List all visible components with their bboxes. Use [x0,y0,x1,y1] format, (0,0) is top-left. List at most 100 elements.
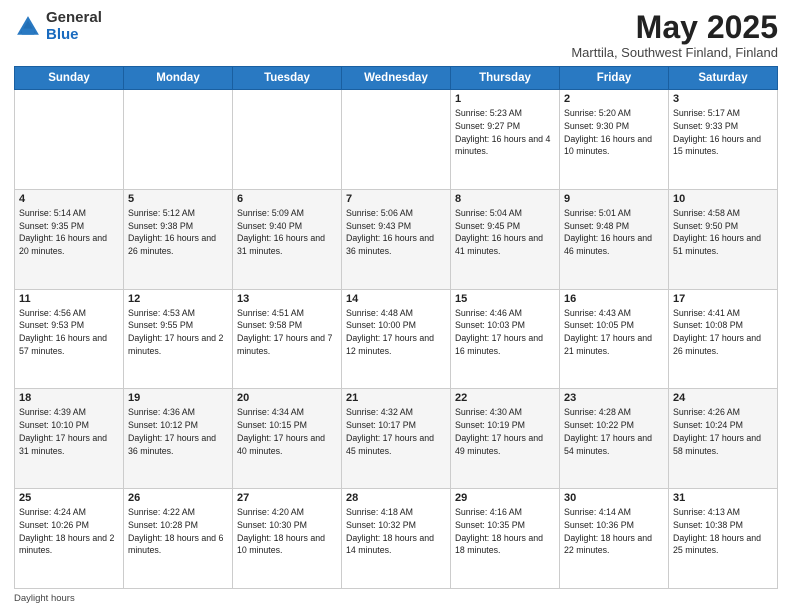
calendar-table: SundayMondayTuesdayWednesdayThursdayFrid… [14,66,778,589]
day-number: 27 [237,492,337,504]
calendar-cell: 21Sunrise: 4:32 AM Sunset: 10:17 PM Dayl… [342,389,451,489]
month-year: May 2025 [571,10,778,45]
day-info: Sunrise: 5:23 AM Sunset: 9:27 PM Dayligh… [455,107,555,158]
calendar-header-row: SundayMondayTuesdayWednesdayThursdayFrid… [15,67,778,90]
day-number: 25 [19,492,119,504]
logo-text: General Blue [46,10,102,43]
day-info: Sunrise: 5:14 AM Sunset: 9:35 PM Dayligh… [19,207,119,258]
calendar-cell: 15 Sunrise: 4:46 AM Sunset: 10:03 PM Dayl… [451,289,560,389]
calendar-week-row: 1Sunrise: 5:23 AM Sunset: 9:27 PM Daylig… [15,90,778,190]
calendar-cell [342,90,451,190]
day-number: 23 [564,392,664,404]
logo-blue: Blue [46,27,102,44]
day-info: Sunrise: 5:01 AM Sunset: 9:48 PM Dayligh… [564,207,664,258]
calendar-cell: 24 Sunrise: 4:26 AM Sunset: 10:24 PM Dayl… [669,389,778,489]
calendar-cell: 2Sunrise: 5:20 AM Sunset: 9:30 PM Daylig… [560,90,669,190]
calendar-cell: 17 Sunrise: 4:41 AM Sunset: 10:08 PM Dayl… [669,289,778,389]
day-info: Sunrise: 4:30 AM Sunset: 10:19 PM Daylig… [455,406,555,457]
calendar-cell: 8 Sunrise: 5:04 AM Sunset: 9:45 PM Daylig… [451,189,560,289]
day-number: 5 [128,193,228,205]
day-number: 10 [673,193,773,205]
calendar-week-row: 4 Sunrise: 5:14 AM Sunset: 9:35 PM Daylig… [15,189,778,289]
day-info: Sunrise: 4:16 AM Sunset: 10:35 PM Daylig… [455,506,555,557]
col-header-sunday: Sunday [15,67,124,90]
calendar-cell: 18 Sunrise: 4:39 AM Sunset: 10:10 PM Dayl… [15,389,124,489]
day-number: 22 [455,392,555,404]
header: General Blue May 2025 Marttila, Southwes… [14,10,778,60]
day-info: Sunrise: 4:48 AM Sunset: 10:00 PM Daylig… [346,307,446,358]
day-info: Sunrise: 5:09 AM Sunset: 9:40 PM Dayligh… [237,207,337,258]
day-number: 8 [455,193,555,205]
calendar-cell: 12Sunrise: 4:53 AM Sunset: 9:55 PM Dayli… [124,289,233,389]
calendar-cell: 10 Sunrise: 4:58 AM Sunset: 9:50 PM Dayli… [669,189,778,289]
calendar-cell: 25 Sunrise: 4:24 AM Sunset: 10:26 PM Dayl… [15,489,124,589]
day-info: Sunrise: 5:06 AM Sunset: 9:43 PM Dayligh… [346,207,446,258]
col-header-saturday: Saturday [669,67,778,90]
location: Marttila, Southwest Finland, Finland [571,45,778,60]
day-info: Sunrise: 4:53 AM Sunset: 9:55 PM Dayligh… [128,307,228,358]
day-number: 15 [455,293,555,305]
calendar-cell [233,90,342,190]
col-header-thursday: Thursday [451,67,560,90]
day-number: 18 [19,392,119,404]
calendar-cell: 27Sunrise: 4:20 AM Sunset: 10:30 PM Dayl… [233,489,342,589]
day-number: 3 [673,93,773,105]
day-info: Sunrise: 4:22 AM Sunset: 10:28 PM Daylig… [128,506,228,557]
calendar-cell: 11 Sunrise: 4:56 AM Sunset: 9:53 PM Dayli… [15,289,124,389]
day-number: 9 [564,193,664,205]
day-number: 30 [564,492,664,504]
calendar-cell: 14Sunrise: 4:48 AM Sunset: 10:00 PM Dayl… [342,289,451,389]
calendar-cell: 9 Sunrise: 5:01 AM Sunset: 9:48 PM Daylig… [560,189,669,289]
col-header-friday: Friday [560,67,669,90]
day-info: Sunrise: 4:36 AM Sunset: 10:12 PM Daylig… [128,406,228,457]
calendar-cell: 3 Sunrise: 5:17 AM Sunset: 9:33 PM Daylig… [669,90,778,190]
day-info: Sunrise: 4:13 AM Sunset: 10:38 PM Daylig… [673,506,773,557]
calendar-cell: 13 Sunrise: 4:51 AM Sunset: 9:58 PM Dayli… [233,289,342,389]
day-info: Sunrise: 5:17 AM Sunset: 9:33 PM Dayligh… [673,107,773,158]
day-info: Sunrise: 4:24 AM Sunset: 10:26 PM Daylig… [19,506,119,557]
calendar-cell: 28Sunrise: 4:18 AM Sunset: 10:32 PM Dayl… [342,489,451,589]
day-info: Sunrise: 4:14 AM Sunset: 10:36 PM Daylig… [564,506,664,557]
day-number: 11 [19,293,119,305]
day-number: 13 [237,293,337,305]
calendar-cell: 26 Sunrise: 4:22 AM Sunset: 10:28 PM Dayl… [124,489,233,589]
calendar-cell: 5 Sunrise: 5:12 AM Sunset: 9:38 PM Daylig… [124,189,233,289]
day-info: Sunrise: 4:39 AM Sunset: 10:10 PM Daylig… [19,406,119,457]
day-info: Sunrise: 5:04 AM Sunset: 9:45 PM Dayligh… [455,207,555,258]
day-number: 26 [128,492,228,504]
calendar-cell: 6 Sunrise: 5:09 AM Sunset: 9:40 PM Daylig… [233,189,342,289]
footer-note: Daylight hours [14,593,778,604]
day-number: 31 [673,492,773,504]
calendar-cell: 30 Sunrise: 4:14 AM Sunset: 10:36 PM Dayl… [560,489,669,589]
day-number: 19 [128,392,228,404]
day-info: Sunrise: 4:58 AM Sunset: 9:50 PM Dayligh… [673,207,773,258]
day-info: Sunrise: 5:20 AM Sunset: 9:30 PM Dayligh… [564,107,664,158]
day-number: 4 [19,193,119,205]
day-info: Sunrise: 4:41 AM Sunset: 10:08 PM Daylig… [673,307,773,358]
calendar-cell: 1Sunrise: 5:23 AM Sunset: 9:27 PM Daylig… [451,90,560,190]
calendar-week-row: 25 Sunrise: 4:24 AM Sunset: 10:26 PM Dayl… [15,489,778,589]
day-info: Sunrise: 4:51 AM Sunset: 9:58 PM Dayligh… [237,307,337,358]
day-info: Sunrise: 4:34 AM Sunset: 10:15 PM Daylig… [237,406,337,457]
day-info: Sunrise: 4:56 AM Sunset: 9:53 PM Dayligh… [19,307,119,358]
calendar-cell: 29 Sunrise: 4:16 AM Sunset: 10:35 PM Dayl… [451,489,560,589]
day-info: Sunrise: 5:12 AM Sunset: 9:38 PM Dayligh… [128,207,228,258]
title-block: May 2025 Marttila, Southwest Finland, Fi… [571,10,778,60]
logo-icon [14,13,42,41]
day-info: Sunrise: 4:46 AM Sunset: 10:03 PM Daylig… [455,307,555,358]
col-header-tuesday: Tuesday [233,67,342,90]
day-number: 17 [673,293,773,305]
col-header-monday: Monday [124,67,233,90]
day-number: 24 [673,392,773,404]
day-number: 16 [564,293,664,305]
day-info: Sunrise: 4:43 AM Sunset: 10:05 PM Daylig… [564,307,664,358]
day-info: Sunrise: 4:32 AM Sunset: 10:17 PM Daylig… [346,406,446,457]
day-number: 28 [346,492,446,504]
day-number: 6 [237,193,337,205]
day-number: 29 [455,492,555,504]
day-info: Sunrise: 4:26 AM Sunset: 10:24 PM Daylig… [673,406,773,457]
page: General Blue May 2025 Marttila, Southwes… [0,0,792,612]
calendar-week-row: 11 Sunrise: 4:56 AM Sunset: 9:53 PM Dayli… [15,289,778,389]
calendar-cell: 20Sunrise: 4:34 AM Sunset: 10:15 PM Dayl… [233,389,342,489]
calendar-cell: 4 Sunrise: 5:14 AM Sunset: 9:35 PM Daylig… [15,189,124,289]
